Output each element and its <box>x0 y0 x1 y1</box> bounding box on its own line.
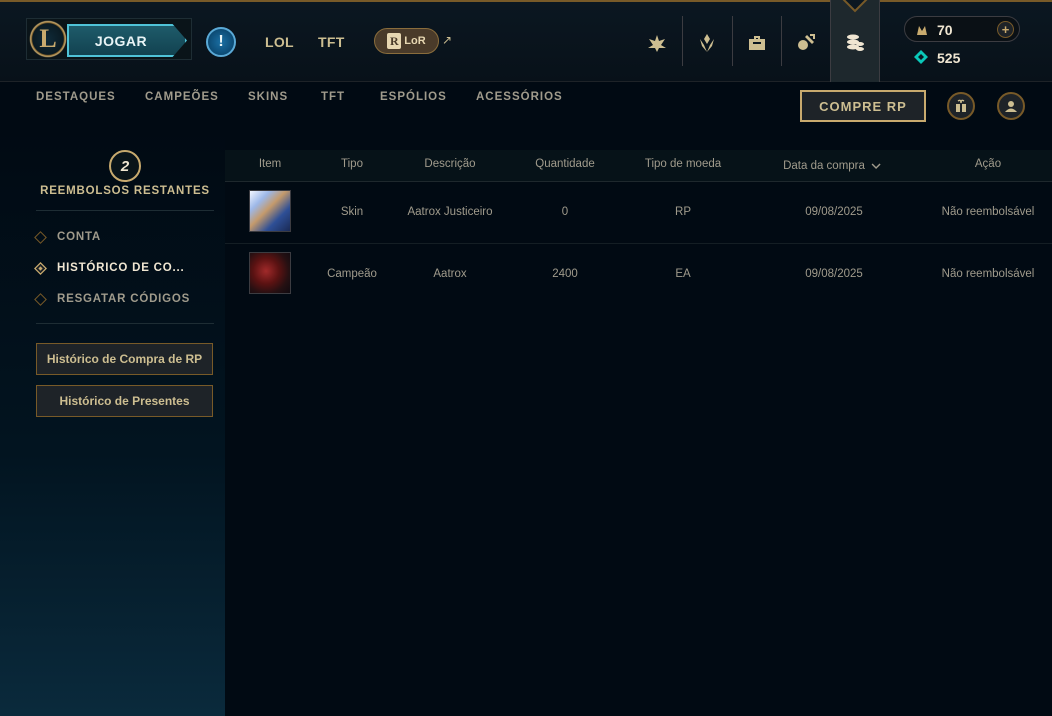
external-link-icon: ↗ <box>442 33 453 47</box>
blue-essence-icon <box>914 50 928 64</box>
column-header-quantidade: Quantidade <box>535 158 595 170</box>
sidebar-item-historico[interactable]: HISTÓRICO DE CO... <box>34 261 185 275</box>
tab-destaques[interactable]: DESTAQUES <box>36 91 116 103</box>
icon-divider <box>781 16 782 66</box>
row-acao: Não reembolsável <box>941 206 1035 218</box>
rp-purchase-history-button[interactable]: Histórico de Compra de RP <box>36 343 213 375</box>
row-acao: Não reembolsável <box>941 268 1035 280</box>
row-descricao: Aatrox Justiceiro <box>407 206 493 218</box>
tab-acessorios[interactable]: ACESSÓRIOS <box>476 91 563 103</box>
column-header-descricao: Descrição <box>424 158 476 170</box>
row-tipo: Campeão <box>327 268 377 280</box>
sidebar-item-label: CONTA <box>57 231 102 243</box>
loot-icon[interactable] <box>783 20 829 66</box>
buy-rp-button[interactable]: COMPRE RP <box>800 90 926 122</box>
row-data: 09/08/2025 <box>805 206 863 218</box>
tab-espolios[interactable]: ESPÓLIOS <box>380 91 447 103</box>
nav-lol[interactable]: LOL <box>265 34 294 50</box>
rp-balance: 70 <box>937 22 953 38</box>
nav-tft[interactable]: TFT <box>318 34 345 50</box>
league-logo-icon[interactable]: L <box>28 19 68 59</box>
collection-icon[interactable] <box>734 20 780 66</box>
refunds-count: 2 <box>109 150 141 182</box>
store-active-chevron-icon <box>842 0 868 13</box>
row-tipo: Skin <box>340 206 364 218</box>
rp-icon <box>917 26 927 35</box>
row-moeda: RP <box>675 206 691 218</box>
row-data: 09/08/2025 <box>805 268 863 280</box>
diamond-icon <box>34 230 47 244</box>
tab-skins[interactable]: SKINS <box>248 91 288 103</box>
play-button[interactable]: JOGAR <box>67 24 187 57</box>
column-header-tipo: Tipo <box>341 158 363 170</box>
sidebar-item-resgatar[interactable]: RESGATAR CÓDIGOS <box>34 292 191 306</box>
row-quantidade: 0 <box>561 206 569 218</box>
row-descricao: Aatrox <box>433 268 467 280</box>
lor-label: LoR <box>404 35 426 47</box>
sidebar-divider <box>36 210 214 211</box>
gift-history-button[interactable]: Histórico de Presentes <box>36 385 213 417</box>
alert-icon[interactable]: ! <box>206 27 236 57</box>
account-icon <box>1005 101 1017 112</box>
row-quantidade: 2400 <box>552 268 578 280</box>
sidebar-item-label: RESGATAR CÓDIGOS <box>57 293 191 305</box>
diamond-filled-icon <box>34 261 47 275</box>
sidebar <box>0 130 225 716</box>
tab-campeoes[interactable]: CAMPEÕES <box>145 91 219 103</box>
blue-essence-balance: 525 <box>937 50 961 66</box>
row-moeda: EA <box>675 268 691 280</box>
lor-logo-icon: R <box>387 33 402 49</box>
row-divider <box>225 243 1052 244</box>
item-thumbnail-champion <box>249 252 291 294</box>
sidebar-item-label: HISTÓRICO DE CO... <box>57 262 185 274</box>
item-thumbnail-skin <box>249 190 291 232</box>
column-header-acao: Ação <box>974 158 1002 170</box>
gift-button[interactable] <box>947 92 975 120</box>
nav-lor[interactable]: R LoR <box>374 28 439 54</box>
column-header-moeda: Tipo de moeda <box>644 158 722 170</box>
store-icon[interactable] <box>832 20 878 66</box>
icon-divider <box>682 16 683 66</box>
profile-icon[interactable] <box>684 20 730 66</box>
sidebar-item-conta[interactable]: CONTA <box>34 230 102 244</box>
account-button[interactable] <box>997 92 1025 120</box>
icon-divider <box>732 16 733 66</box>
chevron-down-icon <box>871 163 881 169</box>
diamond-icon <box>34 292 47 306</box>
refunds-label: REEMBOLSOS RESTANTES <box>40 185 210 197</box>
column-header-data-sort[interactable]: Data da compra <box>783 160 881 172</box>
tab-tft[interactable]: TFT <box>321 91 345 103</box>
column-header-data: Data da compra <box>783 160 865 172</box>
add-rp-button[interactable]: + <box>997 21 1014 38</box>
column-header-item: Item <box>258 158 282 170</box>
clash-icon[interactable] <box>634 20 680 66</box>
gift-icon <box>956 99 966 112</box>
sidebar-divider <box>36 323 214 324</box>
